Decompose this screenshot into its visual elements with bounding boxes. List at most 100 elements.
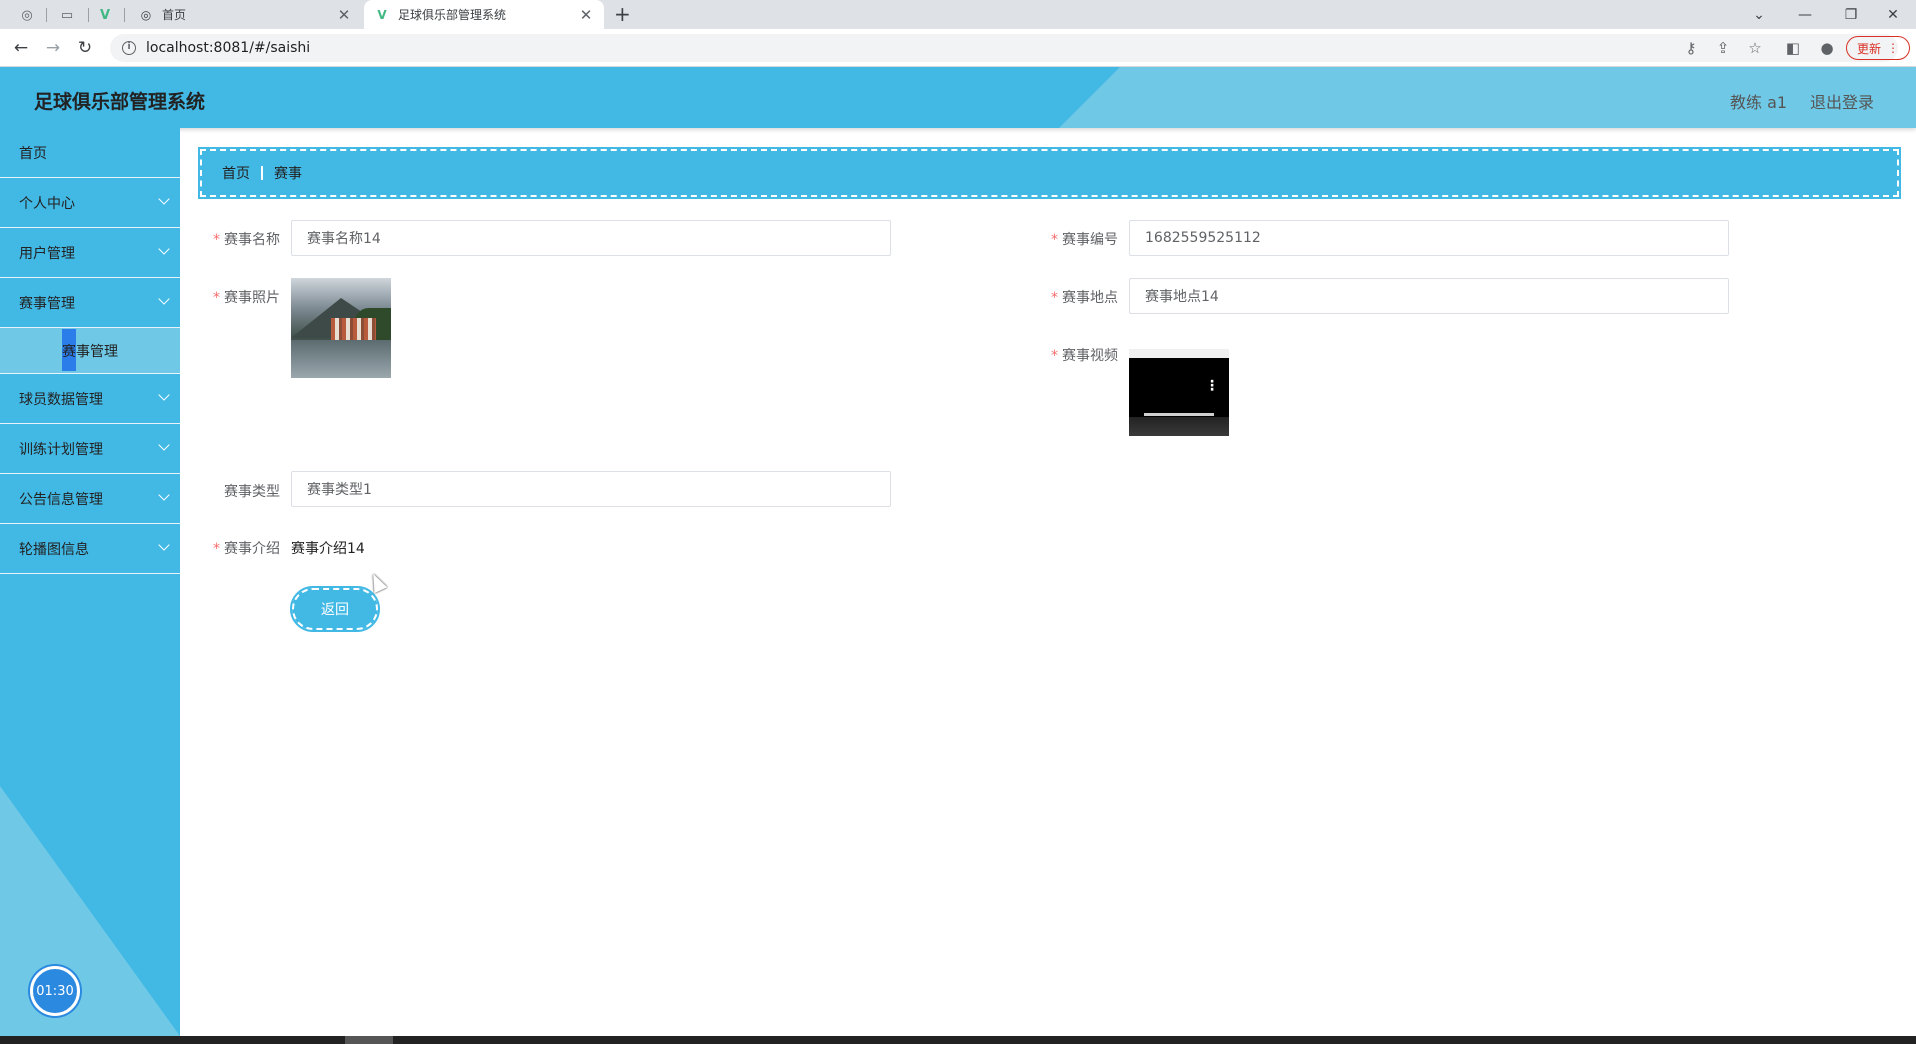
tab-icon-blank[interactable]: ▭ [56, 4, 78, 26]
match-number-input[interactable]: 1682559525112 [1129, 220, 1729, 256]
window-close-icon[interactable]: ✕ [1870, 0, 1916, 29]
sidebar-item-personal-center[interactable]: 个人中心 [0, 178, 180, 228]
update-label: 更新 [1856, 41, 1881, 56]
chevron-down-icon [158, 193, 170, 205]
match-intro-label: * 赛事介绍 [213, 541, 280, 557]
match-intro-value: 赛事介绍14 [291, 541, 365, 557]
timer-badge[interactable]: 01:30 [30, 966, 80, 1016]
match-type-input[interactable]: 赛事类型1 [291, 471, 891, 507]
match-photo-label: * 赛事照片 [213, 290, 280, 306]
back-arrow-icon[interactable]: ← [10, 37, 32, 59]
app-header: 足球俱乐部管理系统 教练 a1 退出登录 [0, 67, 1916, 128]
sidebar-item-label: 首页 [19, 145, 47, 162]
browser-tabstrip: ◎ ▭ V ◎ 首页 ✕ V 足球俱乐部管理系统 ✕ + ⌄ — ❐ ✕ [0, 0, 1916, 29]
tab-separator [88, 8, 89, 22]
sidebar-decoration [0, 786, 180, 1036]
sidebar-item-label: 赛事管理 [19, 295, 75, 312]
close-icon[interactable]: ✕ [336, 6, 352, 24]
tab-separator [46, 8, 47, 22]
side-panel-icon[interactable]: ◧ [1782, 37, 1804, 59]
match-number-value: 1682559525112 [1145, 230, 1261, 246]
breadcrumb-current: 赛事 [274, 166, 302, 182]
browser-tab-app[interactable]: V 足球俱乐部管理系统 ✕ [364, 0, 604, 29]
sidebar-item-label: 公告信息管理 [19, 491, 103, 508]
sidebar-item-label: 个人中心 [19, 195, 75, 212]
match-name-input[interactable]: 赛事名称14 [291, 220, 891, 256]
chevron-down-icon [158, 293, 170, 305]
more-vert-icon[interactable]: ⋮ [1205, 379, 1219, 393]
sidebar-item-label: 轮播图信息 [19, 541, 89, 558]
url-text: localhost:8081/#/saishi [146, 40, 311, 56]
tab-title: 首页 [162, 8, 187, 22]
share-icon[interactable]: ⇪ [1712, 37, 1734, 59]
tab-icon-globe[interactable]: ◎ [16, 4, 38, 26]
required-marker: * [1051, 232, 1058, 248]
required-marker: * [213, 541, 220, 557]
close-icon[interactable]: ✕ [578, 6, 594, 24]
sidebar-item-label: 球员数据管理 [19, 391, 103, 408]
sidebar-item-carousel[interactable]: 轮播图信息 [0, 524, 180, 574]
video-progress-bar[interactable] [1144, 413, 1214, 416]
back-button[interactable]: 返回 [290, 586, 380, 632]
match-video-player[interactable]: ⋮ [1129, 349, 1229, 436]
chevron-down-icon [158, 489, 170, 501]
key-icon[interactable]: ⚷ [1680, 37, 1702, 59]
match-location-value: 赛事地点14 [1145, 289, 1219, 305]
globe-icon: ◎ [140, 7, 152, 22]
horizontal-scrollbar[interactable] [0, 1036, 1916, 1044]
browser-toolbar: ← → ↻ i localhost:8081/#/saishi ⚷ ⇪ ☆ ◧ … [0, 29, 1916, 67]
chevron-down-icon [158, 389, 170, 401]
vue-icon: V [377, 7, 387, 22]
tab-title: 足球俱乐部管理系统 [398, 8, 507, 22]
chevron-down-icon [158, 243, 170, 255]
sidebar-subitem-match-management[interactable]: 赛事管理 [0, 328, 180, 374]
required-marker: * [213, 232, 220, 248]
sidebar-item-label: 用户管理 [19, 245, 75, 262]
sidebar-item-label: 训练计划管理 [19, 441, 103, 458]
sidebar-item-training-plan[interactable]: 训练计划管理 [0, 424, 180, 474]
tab-icon-vue[interactable]: V [94, 4, 116, 26]
bookmark-star-icon[interactable]: ☆ [1744, 37, 1766, 59]
chevron-down-icon [158, 539, 170, 551]
match-name-value: 赛事名称14 [307, 231, 381, 247]
profile-icon[interactable]: ● [1816, 37, 1838, 59]
reload-icon[interactable]: ↻ [74, 37, 96, 59]
new-tab-button[interactable]: + [614, 2, 631, 26]
browser-tab-home[interactable]: ◎ 首页 ✕ [128, 0, 362, 29]
header-decoration [1059, 67, 1916, 128]
sidebar-item-announcements[interactable]: 公告信息管理 [0, 474, 180, 524]
breadcrumb: 首页 赛事 [198, 147, 1901, 199]
restore-icon[interactable]: ❐ [1828, 0, 1874, 29]
required-marker: * [1051, 290, 1058, 306]
match-location-label: * 赛事地点 [1051, 290, 1118, 306]
chevron-down-icon [158, 439, 170, 451]
match-type-value: 赛事类型1 [307, 482, 372, 498]
match-type-label: 赛事类型 [224, 484, 280, 500]
forward-arrow-icon[interactable]: → [42, 37, 64, 59]
sidebar-item-player-data[interactable]: 球员数据管理 [0, 374, 180, 424]
match-number-label: * 赛事编号 [1051, 232, 1118, 248]
logout-link[interactable]: 退出登录 [1810, 89, 1874, 113]
match-photo-image[interactable] [291, 278, 391, 378]
breadcrumb-separator [261, 166, 263, 180]
sidebar-item-user-management[interactable]: 用户管理 [0, 228, 180, 278]
tab-search-chevron-icon[interactable]: ⌄ [1736, 0, 1782, 29]
required-marker: * [1051, 348, 1058, 364]
update-button[interactable]: 更新 ⋮ [1846, 36, 1910, 60]
scrollbar-thumb[interactable] [345, 1036, 393, 1044]
sidebar: 首页 个人中心 用户管理 赛事管理 赛事管理 球员数据管理 训练计划管理 公告信… [0, 128, 180, 1036]
match-name-label: * 赛事名称 [213, 232, 280, 248]
match-location-input[interactable]: 赛事地点14 [1129, 278, 1729, 314]
tab-separator [124, 8, 125, 22]
current-user: 教练 a1 [1730, 93, 1788, 112]
breadcrumb-home[interactable]: 首页 [222, 163, 250, 183]
sidebar-item-home[interactable]: 首页 [0, 128, 180, 178]
sidebar-item-match-management[interactable]: 赛事管理 [0, 278, 180, 328]
site-info-icon[interactable]: i [122, 41, 136, 55]
minimize-icon[interactable]: — [1782, 0, 1828, 29]
mouse-cursor [366, 570, 388, 594]
address-bar[interactable]: i localhost:8081/#/saishi [110, 34, 1898, 62]
match-video-label: * 赛事视频 [1051, 348, 1118, 364]
app-title: 足球俱乐部管理系统 [34, 91, 206, 113]
required-marker: * [213, 290, 220, 306]
